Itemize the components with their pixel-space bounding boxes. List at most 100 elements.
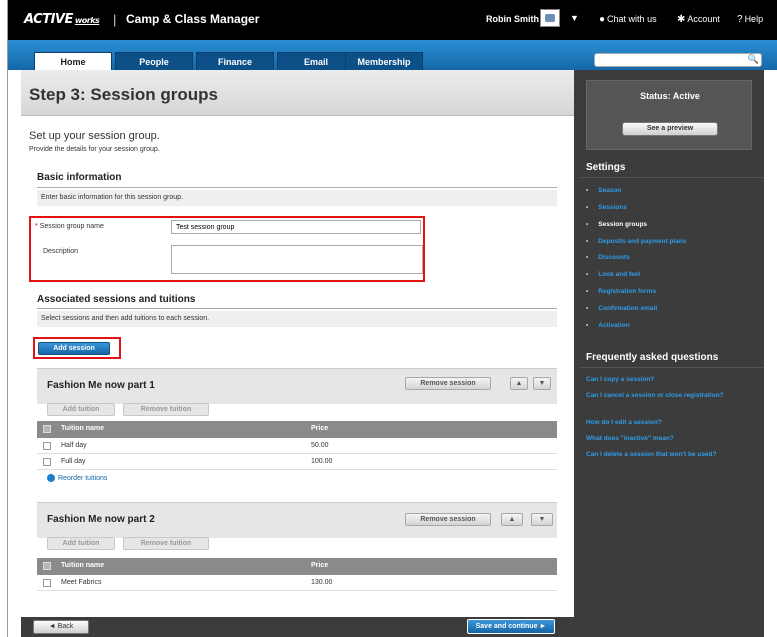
user-menu-caret-icon[interactable]: ▼ xyxy=(570,13,579,23)
user-name[interactable]: Robin Smith xyxy=(486,14,539,24)
bullet-icon: • xyxy=(586,204,589,211)
account-link[interactable]: ✱ Account xyxy=(677,14,720,25)
sidebar-item-discounts[interactable]: • Discounts xyxy=(586,254,630,261)
gear-icon: ✱ xyxy=(677,14,686,25)
main-nav: Home People Finance Email Membership 🔍 xyxy=(8,40,777,70)
sidebar-item-deposits[interactable]: • Deposits and payment plans xyxy=(586,238,686,245)
chat-link[interactable]: ● Chat with us xyxy=(599,14,657,25)
add-tuition-button[interactable]: Add tuition xyxy=(47,403,115,416)
tuition-price: 130.00 xyxy=(311,579,333,586)
reorder-icon xyxy=(47,474,55,482)
column-header-tuition-name: Tuition name xyxy=(61,562,105,569)
avatar[interactable] xyxy=(540,9,560,27)
select-all-checkbox[interactable] xyxy=(43,562,51,570)
sidebar-item-look-and-feel[interactable]: • Look and feel xyxy=(586,271,640,278)
move-down-icon[interactable]: ▼ xyxy=(531,513,553,526)
main-content: Step 3: Session groups Set up your sessi… xyxy=(21,70,574,617)
help-link[interactable]: ? Help xyxy=(737,14,763,25)
tab-people[interactable]: People xyxy=(115,52,193,70)
remove-tuition-button[interactable]: Remove tuition xyxy=(123,403,209,416)
remove-session-button[interactable]: Remove session xyxy=(405,377,491,390)
sidebar-item-session-groups[interactable]: • Session groups xyxy=(586,221,647,228)
sidebar-item-activation[interactable]: • Activation xyxy=(586,322,630,329)
tab-finance[interactable]: Finance xyxy=(196,52,274,70)
add-tuition-button[interactable]: Add tuition xyxy=(47,537,115,550)
save-and-continue-button[interactable]: Save and continue ► xyxy=(467,619,555,634)
remove-tuition-button[interactable]: Remove tuition xyxy=(123,537,209,550)
help-label: Help xyxy=(744,14,764,24)
tab-membership[interactable]: Membership xyxy=(345,52,423,70)
activeworks-logo[interactable]: ACTIVE works xyxy=(24,12,100,27)
title-separator: | xyxy=(113,12,117,27)
move-down-icon[interactable]: ▼ xyxy=(533,377,551,390)
add-session-button[interactable]: Add session xyxy=(38,342,110,355)
tuition-name: Half day xyxy=(61,442,87,449)
settings-heading: Settings xyxy=(586,162,626,173)
sidebar-item-label: Registration forms xyxy=(598,288,657,295)
faq-link[interactable]: Can I copy a session? xyxy=(586,376,756,384)
bullet-icon: • xyxy=(586,238,589,245)
table-row[interactable]: Half day 50.00 xyxy=(37,438,557,454)
sidebar-item-registration-forms[interactable]: • Registration forms xyxy=(586,288,656,295)
column-header-price: Price xyxy=(311,562,329,569)
associated-note: Select sessions and then add tuitions to… xyxy=(37,311,557,327)
faq-link[interactable]: What does "inactive" mean? xyxy=(586,435,756,443)
remove-session-button[interactable]: Remove session xyxy=(405,513,491,526)
bullet-icon: • xyxy=(586,322,589,329)
faq-link[interactable]: Can I cancel a session or close registra… xyxy=(586,392,756,400)
session-title: Fashion Me now part 1 xyxy=(47,380,155,391)
tuition-name: Meet Fabrics xyxy=(61,579,102,586)
page-header: Step 3: Session groups xyxy=(21,70,574,116)
row-checkbox[interactable] xyxy=(43,458,51,466)
logo-subtext: works xyxy=(74,16,100,25)
sidebar-item-label: Confirmation email xyxy=(598,305,658,312)
column-header-price: Price xyxy=(311,425,329,432)
session-group-name-input[interactable] xyxy=(171,220,421,234)
tuition-price: 50.00 xyxy=(311,442,329,449)
row-checkbox[interactable] xyxy=(43,579,51,587)
top-bar: ACTIVE works | Camp & Class Manager Robin… xyxy=(8,0,777,40)
sidebar-item-confirmation-email[interactable]: • Confirmation email xyxy=(586,305,657,312)
reorder-label: Reorder tuitions xyxy=(58,474,108,482)
reorder-tuitions-link[interactable]: Reorder tuitions xyxy=(47,474,107,482)
sidebar-item-sessions[interactable]: • Sessions xyxy=(586,204,627,211)
table-row[interactable]: Meet Fabrics 130.00 xyxy=(37,575,557,591)
basic-info-note: Enter basic information for this session… xyxy=(37,190,557,206)
divider xyxy=(37,308,557,309)
tuition-name: Full day xyxy=(61,458,86,465)
action-bar: ◄ Back Save and continue ► xyxy=(21,617,764,637)
bullet-icon: • xyxy=(586,288,589,295)
faq-link[interactable]: How do I edit a session? xyxy=(586,419,756,427)
faq-link[interactable]: Can I delete a session that won't be use… xyxy=(586,451,756,459)
divider xyxy=(580,367,764,368)
account-label: Account xyxy=(687,14,720,24)
move-up-icon[interactable]: ▲ xyxy=(510,377,528,390)
description-field[interactable] xyxy=(171,245,423,274)
row-checkbox[interactable] xyxy=(43,442,51,450)
select-all-checkbox[interactable] xyxy=(43,425,51,433)
tab-email[interactable]: Email xyxy=(277,52,355,70)
status-panel: Status: Active See a preview xyxy=(586,80,752,150)
help-icon: ? xyxy=(737,14,743,25)
status-badge: Status: Active xyxy=(640,91,700,101)
sidebar-item-season[interactable]: • Season xyxy=(586,187,621,194)
session-panel: Fashion Me now part 2 Remove session ▲ ▼ xyxy=(37,502,557,538)
sidebar-item-label: Season xyxy=(598,187,622,194)
sidebar-item-label: Activation xyxy=(598,322,630,329)
search-icon[interactable]: 🔍 xyxy=(748,54,759,65)
sidebar-item-label: Discounts xyxy=(598,254,630,261)
faq-heading: Frequently asked questions xyxy=(586,352,719,363)
setup-subtitle: Provide the details for your session gro… xyxy=(29,146,160,153)
app-frame: ACTIVE works | Camp & Class Manager Robin… xyxy=(7,0,777,637)
associated-heading: Associated sessions and tuitions xyxy=(37,294,196,305)
back-button[interactable]: ◄ Back xyxy=(33,620,89,634)
form-area: Set up your session group. Provide the d… xyxy=(21,116,574,617)
session-group-name-label: * Session group name xyxy=(35,223,104,230)
move-up-icon[interactable]: ▲ xyxy=(501,513,523,526)
setup-title: Set up your session group. xyxy=(29,130,160,142)
tuition-table-header: Tuition name Price xyxy=(37,558,557,575)
search-input[interactable]: 🔍 xyxy=(594,53,762,67)
tab-home[interactable]: Home xyxy=(34,52,112,70)
see-preview-button[interactable]: See a preview xyxy=(622,122,718,136)
table-row[interactable]: Full day 100.00 xyxy=(37,454,557,470)
